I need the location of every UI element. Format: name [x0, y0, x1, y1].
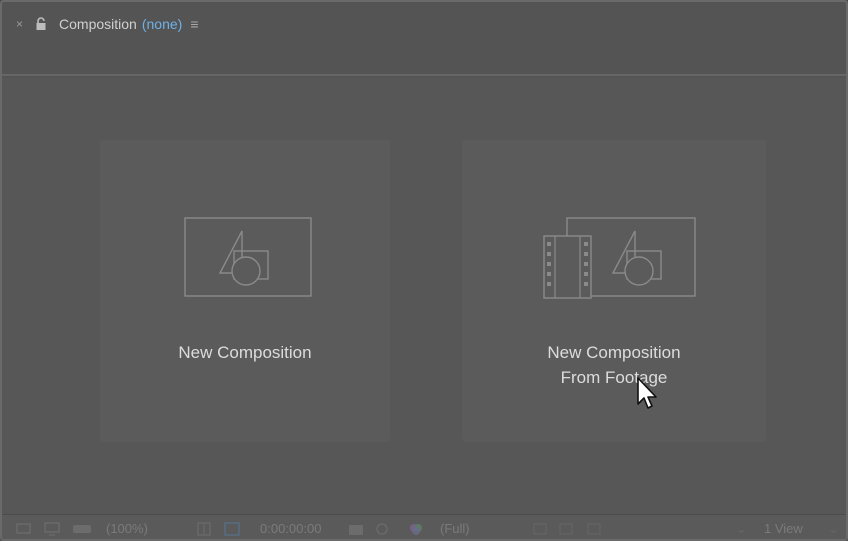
viewer-subbar — [2, 46, 846, 76]
new-composition-label: New Composition — [100, 340, 390, 365]
lock-icon[interactable] — [35, 17, 47, 31]
new-composition-from-footage-button[interactable]: New Composition From Footage — [462, 140, 766, 442]
always-preview-icon[interactable] — [16, 522, 32, 536]
camera-icon[interactable] — [348, 522, 364, 536]
new-composition-from-footage-label: New Composition From Footage — [462, 340, 766, 390]
label-line: New Composition — [178, 343, 312, 362]
close-tab-icon[interactable]: × — [16, 17, 23, 31]
panel-tab-bar: × Composition (none) ≡ — [2, 2, 846, 46]
current-time[interactable]: 0:00:00:00 — [260, 521, 321, 536]
panel-menu-icon[interactable]: ≡ — [190, 16, 198, 32]
chevron-down-icon[interactable]: ⌄ — [736, 521, 747, 537]
toggle-transparency-icon[interactable] — [558, 522, 574, 536]
new-composition-button[interactable]: New Composition — [100, 140, 390, 442]
monitor-icon[interactable] — [44, 522, 60, 536]
composition-name[interactable]: (none) — [142, 16, 182, 32]
label-line: From Footage — [560, 368, 668, 387]
viewer-footer-toolbar: (100%) 0:00:00:00 (Full) ⌄ 1 View ⌄ — [2, 514, 846, 539]
chevron-down-icon[interactable]: ⌄ — [828, 521, 839, 537]
composition-from-footage-icon — [543, 217, 696, 299]
color-channels-icon[interactable] — [408, 522, 424, 536]
mouse-cursor-icon — [637, 377, 657, 409]
vr-goggles-icon[interactable] — [72, 522, 92, 536]
composition-icon — [184, 217, 312, 297]
label-line: New Composition — [547, 343, 681, 362]
resolution-dropdown[interactable]: (Full) — [440, 521, 470, 536]
view-layout-dropdown[interactable]: 1 View — [764, 521, 803, 536]
tab-title[interactable]: Composition — [59, 16, 137, 32]
composition-viewer: New Composition New Composition From Foo… — [2, 78, 846, 514]
magnification-ratio[interactable]: (100%) — [106, 521, 148, 536]
view-layout-icon[interactable] — [586, 522, 602, 536]
transparency-grid-icon[interactable] — [224, 522, 240, 536]
show-snapshot-icon[interactable] — [374, 522, 390, 536]
resolution-grid-icon[interactable] — [196, 522, 212, 536]
composition-panel: × Composition (none) ≡ New Composition N… — [0, 0, 848, 541]
region-of-interest-icon[interactable] — [532, 522, 548, 536]
